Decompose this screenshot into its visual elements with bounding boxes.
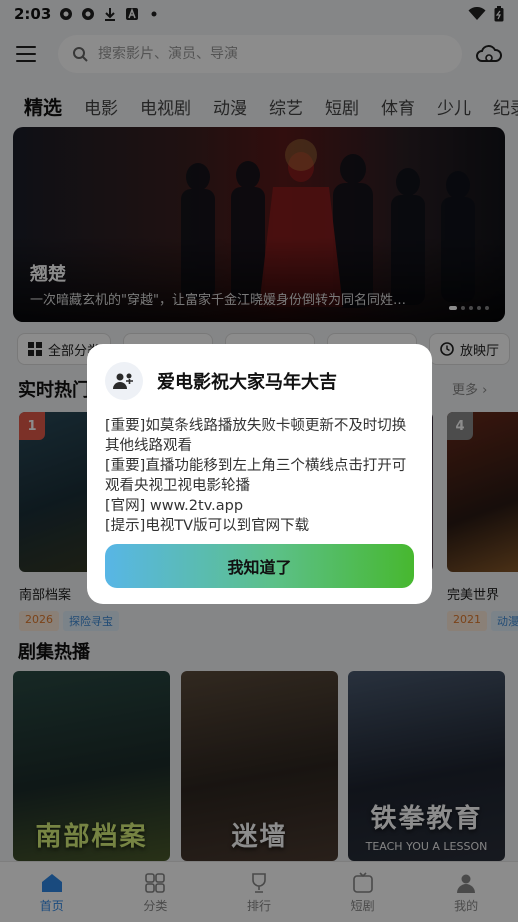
dialog-line: [重要]如莫条线路播放失败卡顿更新不及时切换其他线路观看 (105, 418, 407, 454)
dialog-line: [重要]直播功能移到左上角三个横线点击打开可观看央视卫视电影轮播 (105, 458, 407, 494)
dialog-header: 爱电影祝大家马年大吉 (105, 362, 414, 400)
group-users-icon (113, 373, 133, 389)
acknowledge-button[interactable]: 我知道了 (105, 544, 414, 588)
dialog-line: [提示]电视TV版可以到官网下载 (105, 518, 310, 534)
announcement-dialog: 爱电影祝大家马年大吉 [重要]如莫条线路播放失败卡顿更新不及时切换其他线路观看 … (87, 344, 432, 604)
dialog-title: 爱电影祝大家马年大吉 (157, 372, 337, 393)
dialog-icon (105, 362, 143, 400)
dialog-line: [官网] www.2tv.app (105, 498, 244, 514)
dialog-body: [重要]如莫条线路播放失败卡顿更新不及时切换其他线路观看 [重要]直播功能移到左… (105, 416, 414, 536)
